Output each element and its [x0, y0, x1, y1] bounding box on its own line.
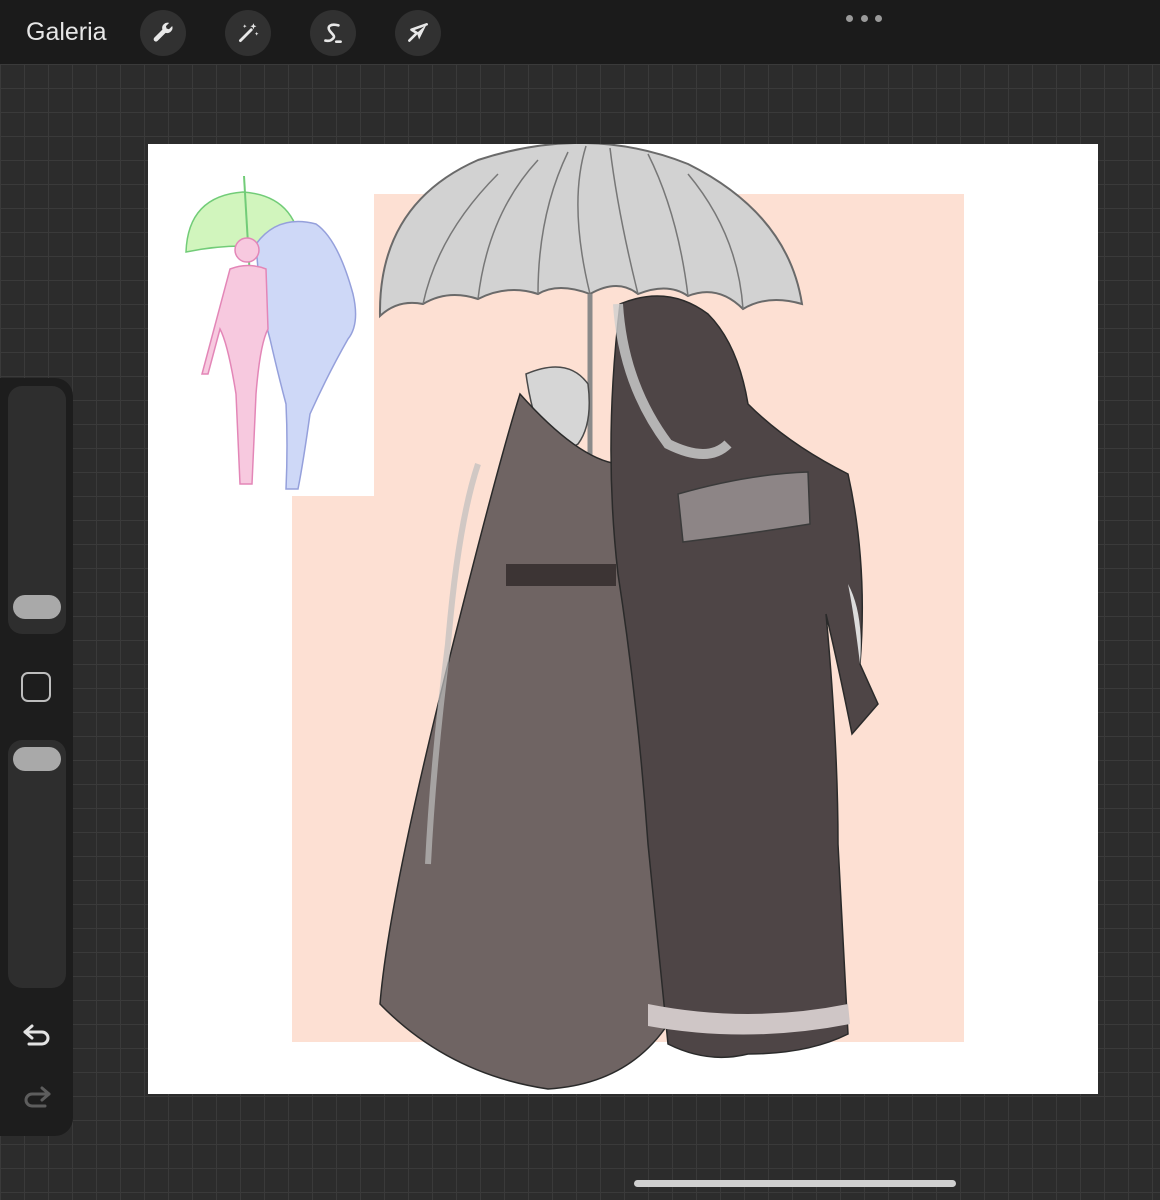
redo-arrow-icon[interactable]: [20, 1082, 54, 1112]
drawing-canvas[interactable]: [148, 144, 1098, 1094]
adjustments-button[interactable]: [225, 10, 271, 56]
opacity-thumb[interactable]: [13, 747, 61, 771]
brush-size-slider[interactable]: [8, 386, 66, 634]
more-dots-icon[interactable]: [846, 14, 882, 22]
gallery-button[interactable]: Galeria: [26, 16, 107, 48]
reference-sketch: [185, 175, 357, 490]
selection-button[interactable]: [310, 10, 356, 56]
top-toolbar: Galeria: [0, 0, 1160, 64]
actions-button[interactable]: [140, 10, 186, 56]
brush-size-thumb[interactable]: [13, 595, 61, 619]
transform-button[interactable]: [395, 10, 441, 56]
selection-s-icon: [324, 23, 342, 43]
square-modify-icon[interactable]: [21, 672, 51, 702]
procreate-app: Galeria: [0, 0, 1160, 1200]
wrench-icon: [153, 22, 173, 42]
horizontal-scrollbar[interactable]: [634, 1180, 956, 1187]
artwork: [185, 144, 964, 1090]
opacity-slider[interactable]: [8, 740, 66, 988]
arrow-cursor-icon: [408, 23, 428, 42]
undo-arrow-icon[interactable]: [20, 1020, 54, 1050]
left-sidebar: [0, 378, 73, 1136]
magic-wand-icon: [239, 23, 259, 42]
